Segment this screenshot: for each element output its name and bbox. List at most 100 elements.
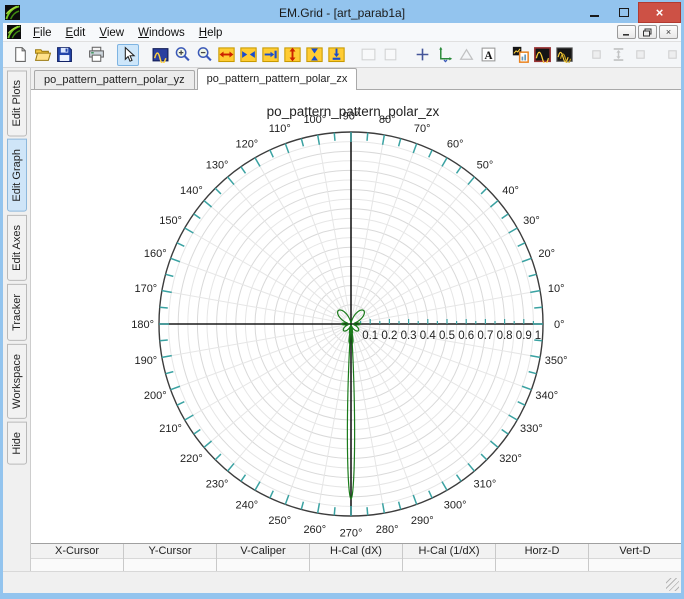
angle-label: 250° bbox=[268, 515, 291, 527]
angle-label: 350° bbox=[545, 355, 568, 367]
sidebar-item-workspace[interactable]: Workspace bbox=[6, 343, 27, 419]
plot-style-copy-button[interactable] bbox=[509, 44, 531, 66]
dark-style-2-button[interactable] bbox=[553, 44, 575, 66]
close-button[interactable]: × bbox=[638, 2, 681, 23]
menu-edit[interactable]: Edit bbox=[59, 25, 93, 41]
menu-file[interactable]: File bbox=[26, 25, 59, 41]
menu-view[interactable]: View bbox=[92, 25, 131, 41]
small-box-icon bbox=[664, 46, 681, 63]
mdi-window-controls: × bbox=[617, 25, 678, 39]
readout-value bbox=[496, 558, 588, 571]
compress-y-button[interactable] bbox=[303, 44, 325, 66]
sidebar-item-edit-graph[interactable]: Edit Graph bbox=[6, 139, 27, 213]
readout-header: Horz-D bbox=[496, 544, 588, 558]
open-folder-icon bbox=[34, 46, 51, 63]
angle-label: 330° bbox=[520, 423, 543, 435]
dark-wave2-icon bbox=[555, 46, 573, 63]
document-tabstrip: po_pattern_pattern_polar_yz po_pattern_pa… bbox=[31, 68, 681, 90]
snap-y-button[interactable] bbox=[325, 44, 347, 66]
cross-marker-button[interactable] bbox=[411, 44, 433, 66]
open-file-button[interactable] bbox=[31, 44, 53, 66]
angle-label: 230° bbox=[206, 479, 229, 491]
angle-label: 0° bbox=[554, 319, 565, 331]
readout-value bbox=[310, 558, 402, 571]
zoom-in-button[interactable] bbox=[171, 44, 193, 66]
menubar: File Edit View Windows Help × bbox=[3, 23, 681, 42]
readout-value bbox=[589, 558, 681, 571]
readout-column-horz-d: Horz-D bbox=[496, 544, 589, 571]
menu-windows[interactable]: Windows bbox=[131, 25, 192, 41]
mdi-close-button[interactable]: × bbox=[659, 25, 678, 39]
print-button[interactable] bbox=[85, 44, 107, 66]
dark-style-button[interactable] bbox=[531, 44, 553, 66]
angle-label: 320° bbox=[499, 453, 522, 465]
minimize-button[interactable] bbox=[580, 2, 609, 23]
v-fit-button bbox=[607, 44, 629, 66]
angle-label: 260° bbox=[303, 524, 326, 536]
sidebar-item-edit-axes[interactable]: Edit Axes bbox=[6, 215, 27, 281]
radial-label: 0.6 bbox=[458, 330, 474, 342]
readout-value bbox=[124, 558, 216, 571]
zoom-out-button[interactable] bbox=[193, 44, 215, 66]
expand-x-button[interactable] bbox=[215, 44, 237, 66]
angle-label: 160° bbox=[144, 248, 167, 260]
angle-label: 290° bbox=[411, 515, 434, 527]
text-tool-button[interactable]: A bbox=[477, 44, 499, 66]
print-icon bbox=[88, 46, 105, 63]
snap-x-button[interactable] bbox=[259, 44, 281, 66]
compress-x-icon bbox=[239, 46, 257, 63]
expand-y-button[interactable] bbox=[281, 44, 303, 66]
readout-column-h-cal-dx-: H-Cal (dX) bbox=[310, 544, 403, 571]
angle-label: 310° bbox=[474, 479, 497, 491]
save-icon bbox=[56, 46, 73, 63]
readout-header: H-Cal (1/dX) bbox=[403, 544, 495, 558]
sidebar-item-hide[interactable]: Hide bbox=[6, 421, 27, 465]
expand-y-icon bbox=[283, 46, 301, 63]
sidebar-item-edit-plots[interactable]: Edit Plots bbox=[6, 70, 27, 137]
titlebar[interactable]: EM.Grid - [art_parab1a] × bbox=[3, 2, 681, 23]
axes-tool-button[interactable] bbox=[433, 44, 455, 66]
readout-column-vert-d: Vert-D bbox=[589, 544, 681, 571]
plus-icon bbox=[414, 46, 431, 63]
fit-curve-button[interactable] bbox=[149, 44, 171, 66]
mdi-restore-button[interactable] bbox=[638, 25, 657, 39]
tab-po_pattern_pattern_polar_yz[interactable]: po_pattern_pattern_polar_yz bbox=[34, 70, 195, 89]
angle-label: 240° bbox=[235, 499, 258, 511]
new-file-button[interactable] bbox=[9, 44, 31, 66]
pointer-tool-button[interactable] bbox=[117, 43, 139, 66]
readout-value bbox=[31, 558, 123, 571]
document-icon bbox=[7, 25, 21, 39]
v-scale-left-button bbox=[585, 44, 607, 66]
chart-copy-icon bbox=[512, 46, 529, 63]
resize-grip[interactable] bbox=[666, 578, 679, 591]
save-button[interactable] bbox=[53, 44, 75, 66]
h-scale-left-button bbox=[661, 44, 683, 66]
polar-plot[interactable]: 0°10°20°30°40°50°60°70°80°90°100°110°120… bbox=[31, 90, 683, 550]
text-a-icon: A bbox=[480, 46, 497, 63]
menu-help[interactable]: Help bbox=[192, 25, 230, 41]
v-scale-right-button bbox=[629, 44, 651, 66]
menu-items: File Edit View Windows Help bbox=[26, 23, 229, 41]
angle-label: 210° bbox=[159, 423, 182, 435]
zoom-in-icon bbox=[174, 46, 191, 63]
sidebar-item-tracker[interactable]: Tracker bbox=[6, 283, 27, 341]
app-window: EM.Grid - [art_parab1a] × File Edit View Wi… bbox=[0, 0, 684, 599]
radial-label: 1 bbox=[535, 330, 541, 342]
pointer-icon bbox=[120, 46, 137, 63]
snap-y-icon bbox=[327, 46, 345, 63]
frame-b-button bbox=[379, 44, 401, 66]
mdi-minimize-button[interactable] bbox=[617, 25, 636, 39]
maximize-button[interactable] bbox=[609, 2, 638, 23]
angle-label: 60° bbox=[447, 139, 464, 151]
compress-x-button[interactable] bbox=[237, 44, 259, 66]
radial-label: 0.9 bbox=[516, 330, 532, 342]
polar-plot-canvas[interactable]: 0° 10° 20° 30° 40° 50° 60° 70° 80° 90° 100° 110° 120… bbox=[31, 90, 681, 543]
cursor-readout-table: X-Cursor Y-Cursor V-Caliper H-Cal (dX) H-Cal… bbox=[31, 543, 681, 571]
readout-column-y-cursor: Y-Cursor bbox=[124, 544, 217, 571]
radial-label: 0.2 bbox=[381, 330, 397, 342]
radial-label: 0.8 bbox=[497, 330, 513, 342]
frame-a-button bbox=[357, 44, 379, 66]
tab-po_pattern_pattern_polar_zx[interactable]: po_pattern_pattern_polar_zx bbox=[196, 68, 358, 90]
frame-icon bbox=[360, 46, 377, 63]
angle-label: 120° bbox=[235, 139, 258, 151]
